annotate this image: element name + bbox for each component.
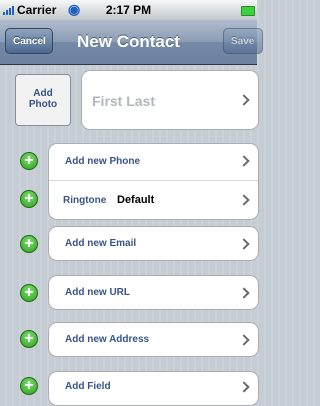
status-time: 2:17 PM [105,3,152,17]
add-email-row[interactable]: Add new Email [48,226,259,261]
add-phone-icon[interactable]: + [20,152,38,170]
add-field-row[interactable]: Add Field [48,371,259,406]
status-bar: Carrier ◉ 2:17 PM [0,0,257,20]
save-button[interactable]: Save [223,28,263,54]
chevron-right-icon [238,194,250,206]
chevron-right-icon [238,334,250,346]
ringtone-value: Default [117,194,155,206]
add-phone-label: Add new Phone [65,156,140,167]
name-field[interactable]: First Last [81,70,259,130]
battery-icon [241,6,255,16]
chevron-right-icon [238,94,250,106]
add-field-label: Add Field [65,381,111,392]
add-photo-label-line1: Add [33,88,53,99]
page-title: New Contact [77,32,180,51]
add-email-label: Add new Email [65,238,137,249]
navigation-bar: Cancel New Contact Save [0,20,263,65]
phone-ringtone-group: Add new Phone Ringtone Default [48,143,259,220]
name-placeholder: First Last [92,93,156,109]
ringtone-label: Ringtone [63,195,107,206]
add-address-icon[interactable]: + [20,330,38,348]
add-ringtone-icon[interactable]: + [20,190,38,208]
add-url-row[interactable]: Add new URL [48,275,259,310]
chevron-right-icon [238,287,250,299]
add-photo-button[interactable]: Add Photo [15,74,71,126]
add-url-label: Add new URL [65,287,130,298]
add-url-icon[interactable]: + [20,284,38,302]
chevron-right-icon [238,155,250,167]
add-email-icon[interactable]: + [20,235,38,253]
add-field-icon[interactable]: + [20,377,38,395]
ringtone-row[interactable]: Ringtone Default [49,181,258,220]
add-address-row[interactable]: Add new Address [48,322,259,357]
add-address-label: Add new Address [65,334,150,345]
chevron-right-icon [238,238,250,250]
add-phone-row[interactable]: Add new Phone [49,144,258,180]
add-photo-label-line2: Photo [28,99,58,110]
chevron-right-icon [238,381,250,393]
